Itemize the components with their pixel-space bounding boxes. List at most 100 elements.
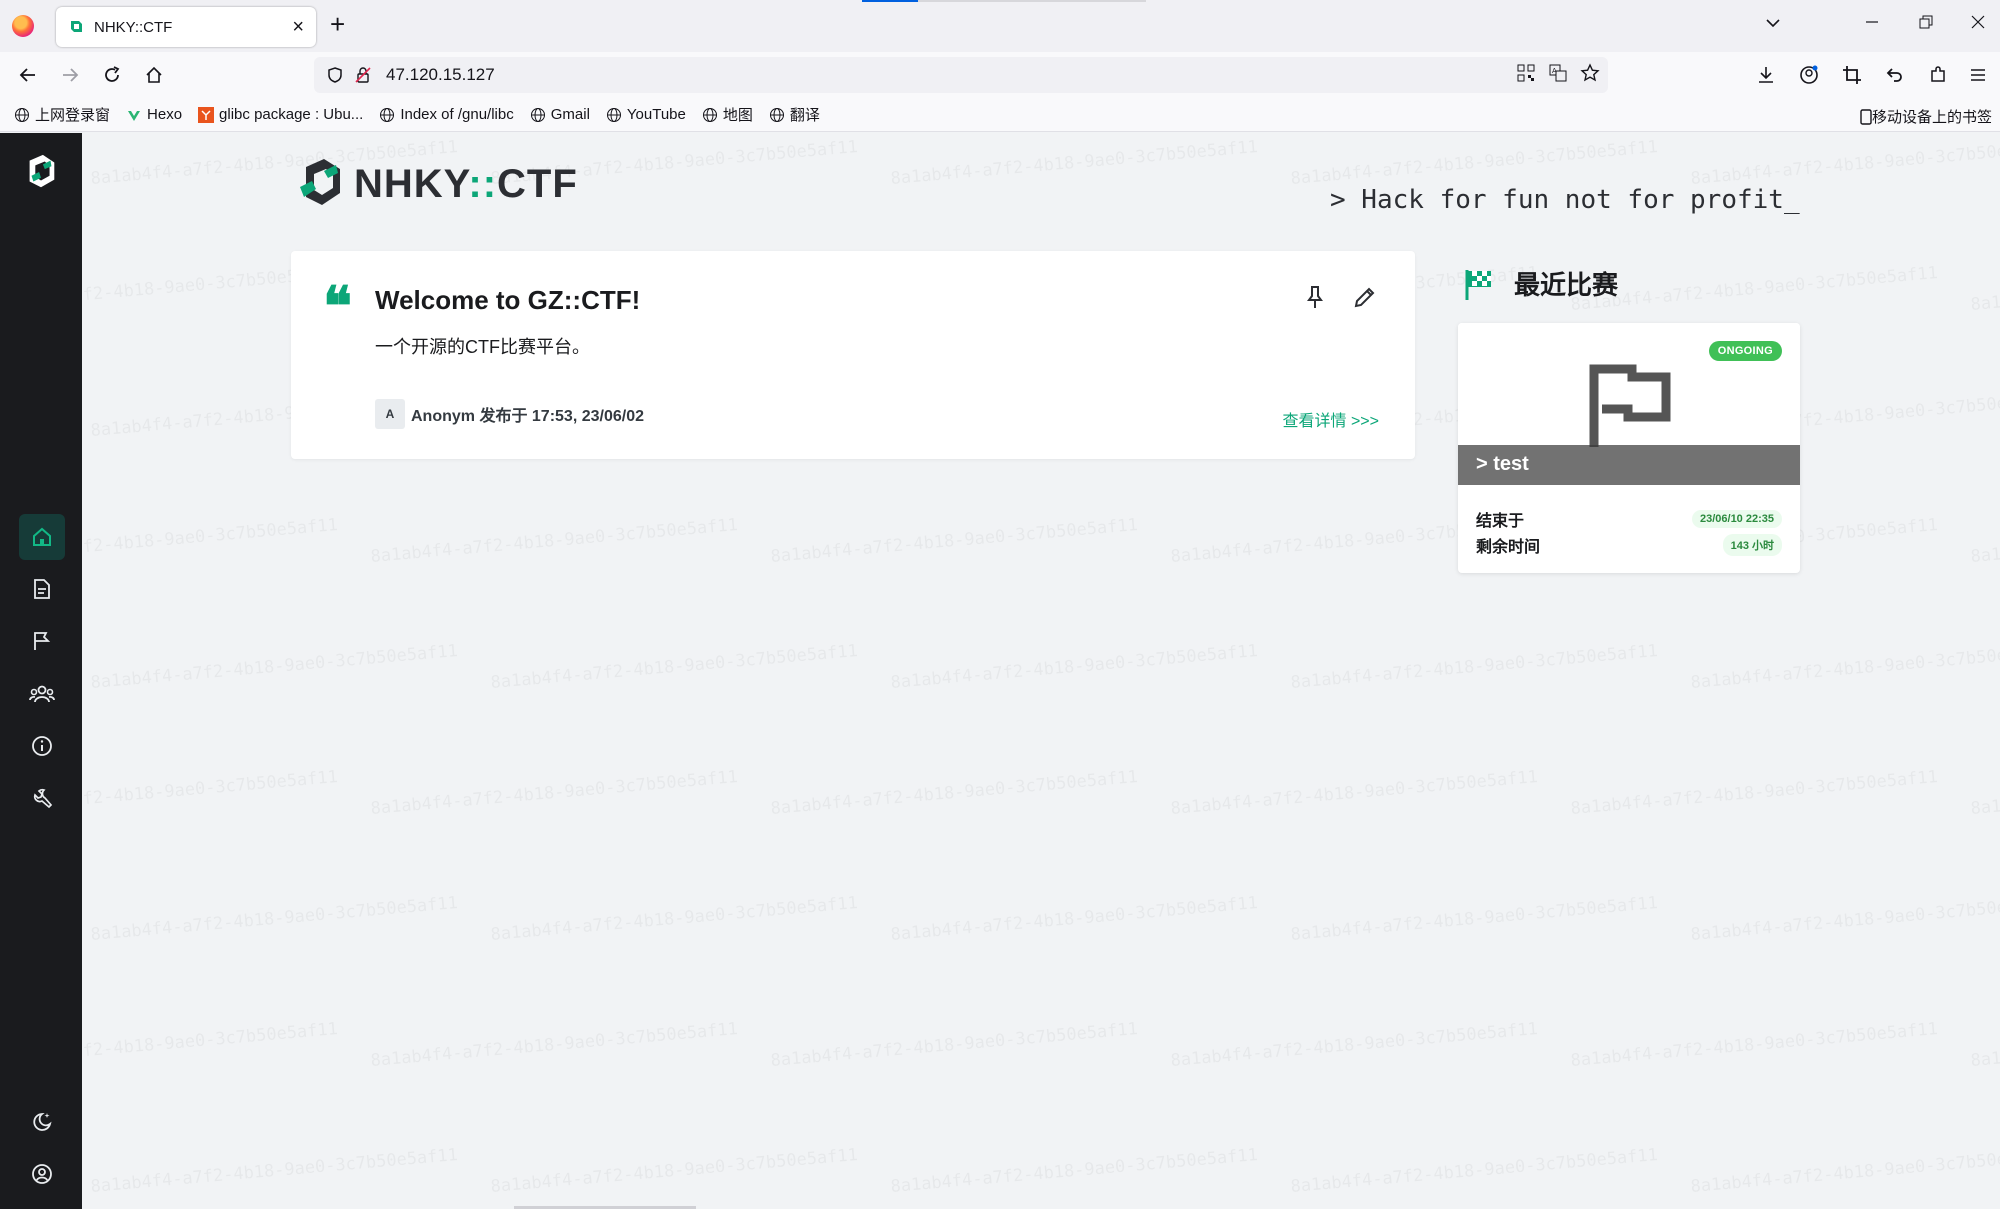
crop-icon[interactable]	[1840, 63, 1864, 87]
restore-icon[interactable]	[1918, 14, 1934, 33]
status-badge: ONGOING	[1708, 341, 1782, 361]
globe-icon	[15, 107, 29, 122]
url-text: 47.120.15.127	[386, 65, 495, 84]
watermark-text: 8a1ab4f4-a7f2-4b18-9ae0-3c7b50e5af11	[1690, 137, 2000, 189]
game-remaining-value: 143 小时	[1722, 534, 1782, 556]
bookmark-star-icon[interactable]	[1580, 63, 1600, 83]
watermark-text: 8a1ab4f4-a7f2-4b18-9ae0-3c7b50e5af11	[1170, 1019, 1539, 1071]
watermark-text: 8a1ab4f4-a7f2-4b18-9ae0-3c7b50e5af11	[1970, 1019, 2000, 1071]
brand-suffix: CTF	[497, 161, 578, 206]
watermark-text: 8a1ab4f4-a7f2-4b18-9ae0-3c7b50e5af11	[1290, 137, 1659, 189]
watermark-text: 8a1ab4f4-a7f2-4b18-9ae0-3c7b50e5af11	[1570, 767, 1939, 819]
game-end-row: 结束于 23/06/10 22:35	[1476, 507, 1782, 531]
brand-name: NHKY	[354, 161, 469, 206]
shield-icon[interactable]	[326, 66, 344, 84]
forward-arrow-icon[interactable]	[58, 63, 82, 87]
sidebar-item-posts[interactable]	[19, 566, 65, 612]
edit-pencil-icon[interactable]	[1351, 283, 1379, 311]
brand-logo[interactable]: NHKY::CTF	[296, 157, 578, 211]
bookmark-item[interactable]: YouTube	[606, 106, 686, 123]
bookmark-item[interactable]: Index of /gnu/libc	[379, 106, 514, 123]
post-title[interactable]: Welcome to GZ::CTF!	[375, 285, 640, 316]
watermark-text: 8a1ab4f4-a7f2-4b18-9ae0-3c7b50e5af11	[90, 893, 459, 945]
bookmark-label: YouTube	[626, 106, 686, 123]
avatar: A	[375, 399, 405, 429]
watermark-text: 8a1ab4f4-a7f2-4b18-9ae0-3c7b50e5af11	[490, 1145, 859, 1197]
pin-icon[interactable]	[1301, 283, 1329, 311]
sidebar-logo-icon[interactable]	[22, 153, 60, 191]
watermark-text: 8a1ab4f4-a7f2-4b18-9ae0-3c7b50e5af11	[770, 515, 1139, 567]
address-bar[interactable]: 47.120.15.127 A	[314, 57, 1608, 93]
game-remaining-row: 剩余时间 143 小时	[1476, 533, 1782, 557]
sidebar-item-teams[interactable]	[19, 671, 65, 717]
watermark-text: 8a1ab4f4-a7f2-4b18-9ae0-3c7b50e5af11	[1690, 893, 2000, 945]
browser-tab[interactable]: NHKY::CTF ×	[56, 7, 316, 47]
watermark-text: 8a1ab4f4-a7f2-4b18-9ae0-3c7b50e5af11	[370, 515, 739, 567]
watermark-text: 8a1ab4f4-a7f2-4b18-9ae0-3c7b50e5af11	[490, 641, 859, 693]
watermark-text: 8a1ab4f4-a7f2-4b18-9ae0-3c7b50e5af11	[1290, 1145, 1659, 1197]
watermark-text: 8a1ab4f4-a7f2-4b18-9ae0-3c7b50e5af11	[890, 641, 1259, 693]
game-end-value: 23/06/10 22:35	[1691, 510, 1782, 528]
recent-games-header: 最近比赛	[1464, 265, 1618, 302]
sidebar-item-home[interactable]	[19, 514, 65, 560]
minimize-icon[interactable]	[1864, 14, 1880, 33]
close-tab-icon[interactable]: ×	[292, 17, 304, 37]
moon-stars-icon	[33, 1113, 52, 1131]
back-arrow-icon[interactable]	[16, 63, 40, 87]
watermark-text: 8a1ab4f4-a7f2-4b18-9ae0-3c7b50e5af11	[890, 893, 1259, 945]
mobile-bookmarks-label: 移动设备上的书签	[1871, 109, 1992, 126]
firefox-icon[interactable]	[12, 15, 34, 37]
brand-logo-icon	[300, 159, 340, 205]
globe-icon	[769, 107, 784, 122]
globe-icon	[606, 107, 621, 122]
game-remaining-label: 剩余时间	[1476, 539, 1541, 556]
svg-text:A: A	[1552, 68, 1557, 75]
user-profile-button[interactable]	[19, 1151, 65, 1197]
mobile-bookmarks[interactable]: 移动设备上的书签	[1860, 106, 1992, 127]
reload-icon[interactable]	[100, 63, 124, 87]
watermark-text: 8a1ab4f4-a7f2-4b18-9ae0-3c7b50e5af11	[1170, 767, 1539, 819]
watermark-text: 8a1ab4f4-a7f2-4b18-9ae0-3c7b50e5af11	[1690, 641, 2000, 693]
bookmark-label: 上网登录窗	[35, 107, 111, 124]
menu-icon[interactable]	[1966, 63, 1990, 87]
home-icon	[33, 527, 51, 546]
qr-code-icon[interactable]	[1516, 63, 1536, 83]
sidebar-item-admin[interactable]	[19, 775, 65, 821]
quote-icon: ❝	[323, 274, 353, 338]
bookmark-item[interactable]: 地图	[702, 104, 753, 125]
slogan: > Hack for fun not for profit_	[1330, 185, 1800, 215]
bookmark-item[interactable]: Gmail	[530, 106, 590, 123]
undo-icon[interactable]	[1882, 63, 1906, 87]
bookmark-item[interactable]: Hexo	[126, 106, 182, 123]
watermark-text: 8a1ab4f4-a7f2-4b18-9ae0-3c7b50e5af11	[90, 641, 459, 693]
new-tab-icon[interactable]: +	[330, 11, 345, 37]
browser-tab-bar: NHKY::CTF × +	[0, 0, 2000, 52]
watermark-text: 8a1ab4f4-a7f2-4b18-9ae0-3c7b50e5af11	[890, 137, 1259, 189]
bookmark-label: glibc package : Ubu...	[219, 106, 364, 123]
insecure-lock-icon[interactable]	[354, 66, 372, 84]
globe-icon	[702, 107, 717, 122]
watermark-text: 8a1ab4f4-a7f2-4b18-9ae0-3c7b50e5af11	[890, 1145, 1259, 1197]
sidebar-item-about[interactable]	[19, 723, 65, 769]
translate-icon[interactable]: A	[1548, 63, 1568, 83]
globe-icon	[380, 107, 395, 122]
post-details-link[interactable]: 查看详情 >>>	[1283, 407, 1379, 431]
extensions-icon[interactable]	[1926, 63, 1950, 87]
bookmark-item[interactable]: 上网登录窗	[14, 104, 110, 125]
game-card[interactable]: ONGOING > test 结束于 23/06/10 22:35 剩余时间 1…	[1458, 323, 1800, 573]
bookmark-item[interactable]: 翻译	[769, 104, 820, 125]
account-icon[interactable]	[1797, 63, 1821, 87]
recent-games-title: 最近比赛	[1514, 270, 1619, 300]
watermark-text: 8a1ab4f4-a7f2-4b18-9ae0-3c7b50e5af11	[1970, 263, 2000, 315]
bookmark-item[interactable]: glibc package : Ubu...	[198, 106, 363, 123]
site-favicon-icon	[71, 21, 82, 32]
list-tabs-chevron-icon[interactable]	[1764, 14, 1782, 35]
watermark-text: 8a1ab4f4-a7f2-4b18-9ae0-3c7b50e5af11	[490, 893, 859, 945]
close-window-icon[interactable]	[1970, 14, 1986, 33]
sidebar-item-games[interactable]	[19, 618, 65, 664]
home-icon[interactable]	[142, 63, 166, 87]
watermark-text: 8a1ab4f4-a7f2-4b18-9ae0-3c7b50e5af11	[1290, 893, 1659, 945]
game-title: > test	[1458, 445, 1800, 485]
downloads-icon[interactable]	[1754, 63, 1778, 87]
theme-toggle-button[interactable]	[19, 1099, 65, 1145]
